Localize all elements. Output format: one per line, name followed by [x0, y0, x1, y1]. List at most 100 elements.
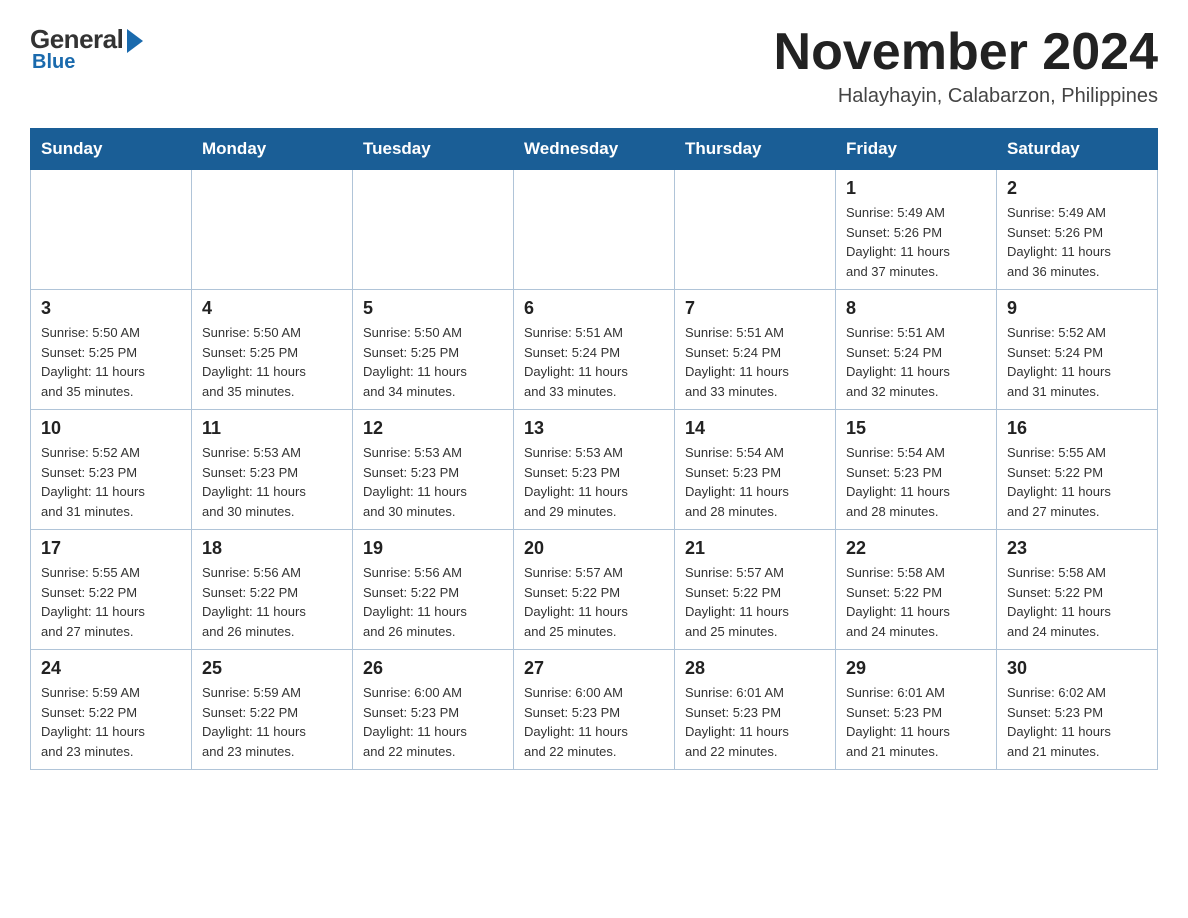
- day-number: 2: [1007, 178, 1147, 199]
- day-number: 7: [685, 298, 825, 319]
- calendar-week-row: 1 Sunrise: 5:49 AMSunset: 5:26 PMDaylight…: [31, 170, 1158, 290]
- weekday-header-monday: Monday: [192, 129, 353, 170]
- calendar-week-row: 24 Sunrise: 5:59 AMSunset: 5:22 PMDayligh…: [31, 650, 1158, 770]
- day-info: Sunrise: 5:53 AMSunset: 5:23 PMDaylight:…: [363, 443, 503, 521]
- day-info: Sunrise: 6:02 AMSunset: 5:23 PMDaylight:…: [1007, 683, 1147, 761]
- calendar-cell: 16 Sunrise: 5:55 AMSunset: 5:22 PMDayligh…: [997, 410, 1158, 530]
- day-number: 3: [41, 298, 181, 319]
- day-number: 19: [363, 538, 503, 559]
- day-info: Sunrise: 6:00 AMSunset: 5:23 PMDaylight:…: [363, 683, 503, 761]
- day-number: 30: [1007, 658, 1147, 679]
- day-number: 8: [846, 298, 986, 319]
- day-info: Sunrise: 5:59 AMSunset: 5:22 PMDaylight:…: [41, 683, 181, 761]
- day-number: 11: [202, 418, 342, 439]
- day-info: Sunrise: 5:55 AMSunset: 5:22 PMDaylight:…: [41, 563, 181, 641]
- day-info: Sunrise: 6:00 AMSunset: 5:23 PMDaylight:…: [524, 683, 664, 761]
- day-info: Sunrise: 5:49 AMSunset: 5:26 PMDaylight:…: [846, 203, 986, 281]
- day-info: Sunrise: 5:54 AMSunset: 5:23 PMDaylight:…: [846, 443, 986, 521]
- day-info: Sunrise: 5:56 AMSunset: 5:22 PMDaylight:…: [363, 563, 503, 641]
- page-header: General Blue November 2024 Halayhayin, C…: [30, 24, 1158, 108]
- day-info: Sunrise: 6:01 AMSunset: 5:23 PMDaylight:…: [685, 683, 825, 761]
- logo-blue-text: Blue: [32, 51, 75, 74]
- day-number: 25: [202, 658, 342, 679]
- day-info: Sunrise: 5:52 AMSunset: 5:23 PMDaylight:…: [41, 443, 181, 521]
- logo-arrow-icon: [127, 29, 143, 53]
- weekday-header-saturday: Saturday: [997, 129, 1158, 170]
- calendar-cell: 4Sunrise: 5:50 AMSunset: 5:25 PMDaylight…: [192, 290, 353, 410]
- calendar-cell: 26 Sunrise: 6:00 AMSunset: 5:23 PMDayligh…: [353, 650, 514, 770]
- calendar-cell: 19 Sunrise: 5:56 AMSunset: 5:22 PMDayligh…: [353, 530, 514, 650]
- calendar-cell: 6Sunrise: 5:51 AMSunset: 5:24 PMDaylight…: [514, 290, 675, 410]
- day-info: Sunrise: 5:57 AMSunset: 5:22 PMDaylight:…: [524, 563, 664, 641]
- day-number: 14: [685, 418, 825, 439]
- weekday-header-sunday: Sunday: [31, 129, 192, 170]
- calendar-cell: 20Sunrise: 5:57 AMSunset: 5:22 PMDayligh…: [514, 530, 675, 650]
- day-info: Sunrise: 5:52 AMSunset: 5:24 PMDaylight:…: [1007, 323, 1147, 401]
- calendar-cell: 14Sunrise: 5:54 AMSunset: 5:23 PMDayligh…: [675, 410, 836, 530]
- weekday-header-wednesday: Wednesday: [514, 129, 675, 170]
- calendar-cell: 8 Sunrise: 5:51 AMSunset: 5:24 PMDaylight…: [836, 290, 997, 410]
- location-subtitle: Halayhayin, Calabarzon, Philippines: [774, 85, 1158, 108]
- calendar-header-row: SundayMondayTuesdayWednesdayThursdayFrid…: [31, 129, 1158, 170]
- calendar-cell: 25Sunrise: 5:59 AMSunset: 5:22 PMDayligh…: [192, 650, 353, 770]
- calendar-cell: 28 Sunrise: 6:01 AMSunset: 5:23 PMDayligh…: [675, 650, 836, 770]
- day-number: 24: [41, 658, 181, 679]
- calendar-cell: 22Sunrise: 5:58 AMSunset: 5:22 PMDayligh…: [836, 530, 997, 650]
- day-number: 9: [1007, 298, 1147, 319]
- day-info: Sunrise: 5:49 AMSunset: 5:26 PMDaylight:…: [1007, 203, 1147, 281]
- calendar-cell: 13 Sunrise: 5:53 AMSunset: 5:23 PMDayligh…: [514, 410, 675, 530]
- day-number: 12: [363, 418, 503, 439]
- calendar-cell: 27 Sunrise: 6:00 AMSunset: 5:23 PMDayligh…: [514, 650, 675, 770]
- day-number: 1: [846, 178, 986, 199]
- day-number: 26: [363, 658, 503, 679]
- calendar-cell: 24 Sunrise: 5:59 AMSunset: 5:22 PMDayligh…: [31, 650, 192, 770]
- calendar-cell: [31, 170, 192, 290]
- day-number: 15: [846, 418, 986, 439]
- calendar-cell: 21 Sunrise: 5:57 AMSunset: 5:22 PMDayligh…: [675, 530, 836, 650]
- title-area: November 2024 Halayhayin, Calabarzon, Ph…: [774, 24, 1158, 108]
- page-title: November 2024: [774, 24, 1158, 81]
- day-info: Sunrise: 5:51 AMSunset: 5:24 PMDaylight:…: [846, 323, 986, 401]
- day-info: Sunrise: 6:01 AMSunset: 5:23 PMDaylight:…: [846, 683, 986, 761]
- day-info: Sunrise: 5:57 AMSunset: 5:22 PMDaylight:…: [685, 563, 825, 641]
- calendar-cell: 7 Sunrise: 5:51 AMSunset: 5:24 PMDaylight…: [675, 290, 836, 410]
- day-info: Sunrise: 5:53 AMSunset: 5:23 PMDaylight:…: [524, 443, 664, 521]
- day-number: 18: [202, 538, 342, 559]
- day-number: 28: [685, 658, 825, 679]
- day-number: 21: [685, 538, 825, 559]
- calendar-week-row: 17 Sunrise: 5:55 AMSunset: 5:22 PMDayligh…: [31, 530, 1158, 650]
- day-info: Sunrise: 5:53 AMSunset: 5:23 PMDaylight:…: [202, 443, 342, 521]
- day-info: Sunrise: 5:50 AMSunset: 5:25 PMDaylight:…: [41, 323, 181, 401]
- calendar-cell: [675, 170, 836, 290]
- day-number: 10: [41, 418, 181, 439]
- calendar-cell: 29 Sunrise: 6:01 AMSunset: 5:23 PMDayligh…: [836, 650, 997, 770]
- weekday-header-thursday: Thursday: [675, 129, 836, 170]
- calendar-cell: 10 Sunrise: 5:52 AMSunset: 5:23 PMDayligh…: [31, 410, 192, 530]
- calendar-cell: 9 Sunrise: 5:52 AMSunset: 5:24 PMDaylight…: [997, 290, 1158, 410]
- day-info: Sunrise: 5:51 AMSunset: 5:24 PMDaylight:…: [685, 323, 825, 401]
- calendar-cell: [353, 170, 514, 290]
- day-info: Sunrise: 5:58 AMSunset: 5:22 PMDaylight:…: [846, 563, 986, 641]
- calendar-week-row: 3 Sunrise: 5:50 AMSunset: 5:25 PMDaylight…: [31, 290, 1158, 410]
- calendar-cell: 5 Sunrise: 5:50 AMSunset: 5:25 PMDaylight…: [353, 290, 514, 410]
- day-info: Sunrise: 5:50 AMSunset: 5:25 PMDaylight:…: [202, 323, 342, 401]
- day-number: 6: [524, 298, 664, 319]
- calendar-cell: 2 Sunrise: 5:49 AMSunset: 5:26 PMDaylight…: [997, 170, 1158, 290]
- calendar-cell: [192, 170, 353, 290]
- day-number: 29: [846, 658, 986, 679]
- day-info: Sunrise: 5:58 AMSunset: 5:22 PMDaylight:…: [1007, 563, 1147, 641]
- day-info: Sunrise: 5:56 AMSunset: 5:22 PMDaylight:…: [202, 563, 342, 641]
- day-number: 13: [524, 418, 664, 439]
- calendar-cell: 12 Sunrise: 5:53 AMSunset: 5:23 PMDayligh…: [353, 410, 514, 530]
- calendar-cell: 11 Sunrise: 5:53 AMSunset: 5:23 PMDayligh…: [192, 410, 353, 530]
- day-info: Sunrise: 5:50 AMSunset: 5:25 PMDaylight:…: [363, 323, 503, 401]
- day-info: Sunrise: 5:55 AMSunset: 5:22 PMDaylight:…: [1007, 443, 1147, 521]
- day-number: 17: [41, 538, 181, 559]
- calendar-cell: 18 Sunrise: 5:56 AMSunset: 5:22 PMDayligh…: [192, 530, 353, 650]
- weekday-header-tuesday: Tuesday: [353, 129, 514, 170]
- day-number: 27: [524, 658, 664, 679]
- calendar-cell: 3 Sunrise: 5:50 AMSunset: 5:25 PMDaylight…: [31, 290, 192, 410]
- day-number: 5: [363, 298, 503, 319]
- day-number: 16: [1007, 418, 1147, 439]
- calendar-cell: 17 Sunrise: 5:55 AMSunset: 5:22 PMDayligh…: [31, 530, 192, 650]
